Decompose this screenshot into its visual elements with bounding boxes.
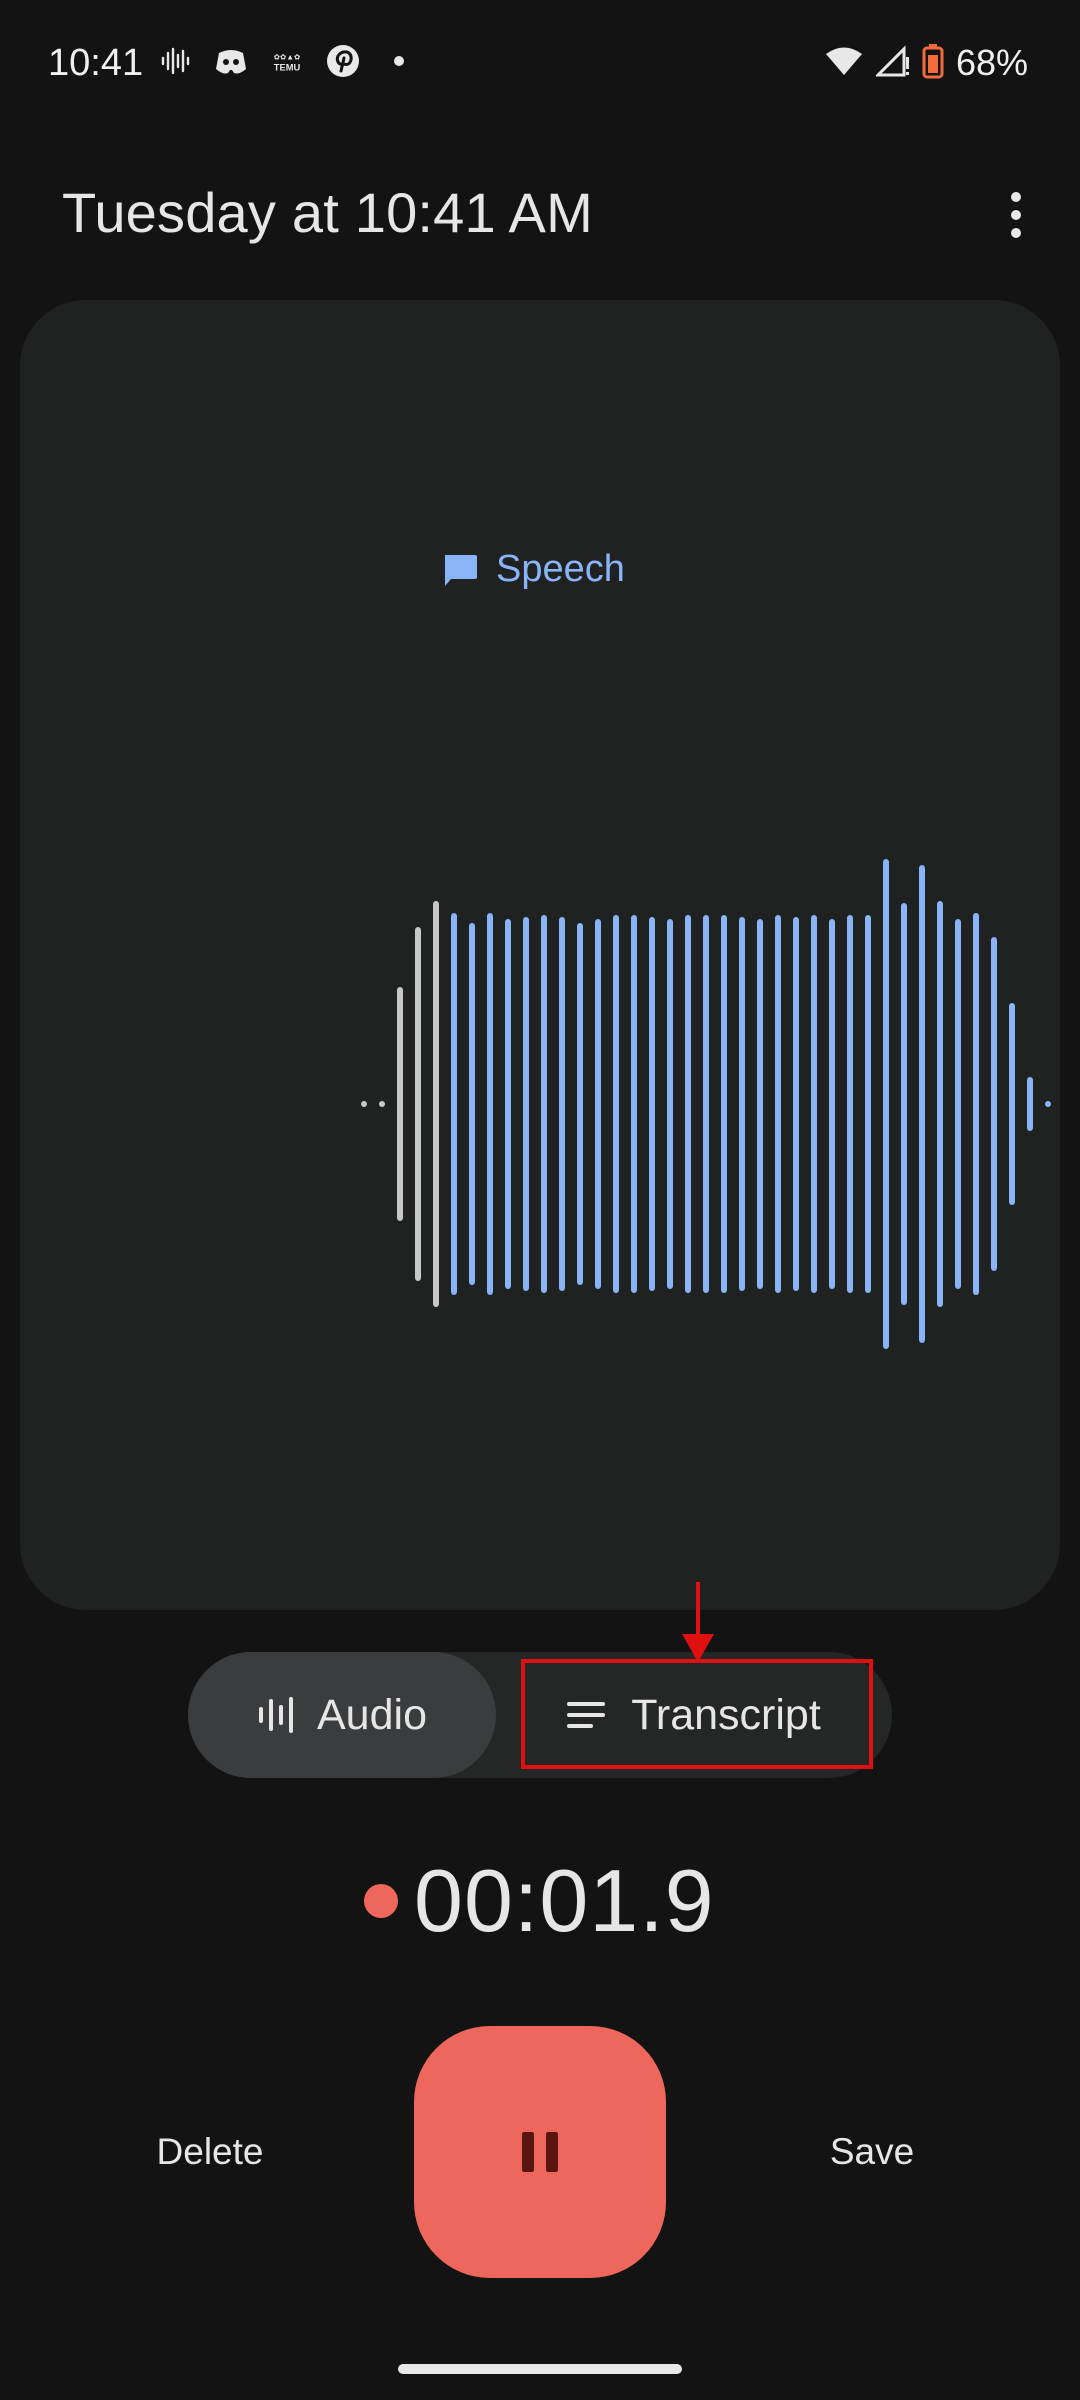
waveform-dot (1045, 1101, 1051, 1107)
recording-dot-icon (364, 1884, 398, 1918)
annotation-arrow (682, 1582, 714, 1662)
home-indicator[interactable] (398, 2364, 682, 2374)
delete-button[interactable]: Delete (110, 2120, 310, 2184)
audio-waveform (361, 859, 1051, 1349)
audio-tab-label: Audio (317, 1690, 427, 1739)
pause-icon (522, 2132, 534, 2172)
recording-timer: 00:01.9 (364, 1850, 715, 1952)
save-button[interactable]: Save (772, 2120, 972, 2184)
waveform-icon (259, 1697, 293, 1733)
waveform-dot (361, 1101, 367, 1107)
annotation-highlight-box (521, 1659, 873, 1769)
waveform-dot (379, 1101, 385, 1107)
timer-text: 00:01.9 (414, 1851, 715, 1950)
pause-button[interactable] (414, 2026, 666, 2278)
audio-tab[interactable]: Audio (188, 1652, 496, 1778)
